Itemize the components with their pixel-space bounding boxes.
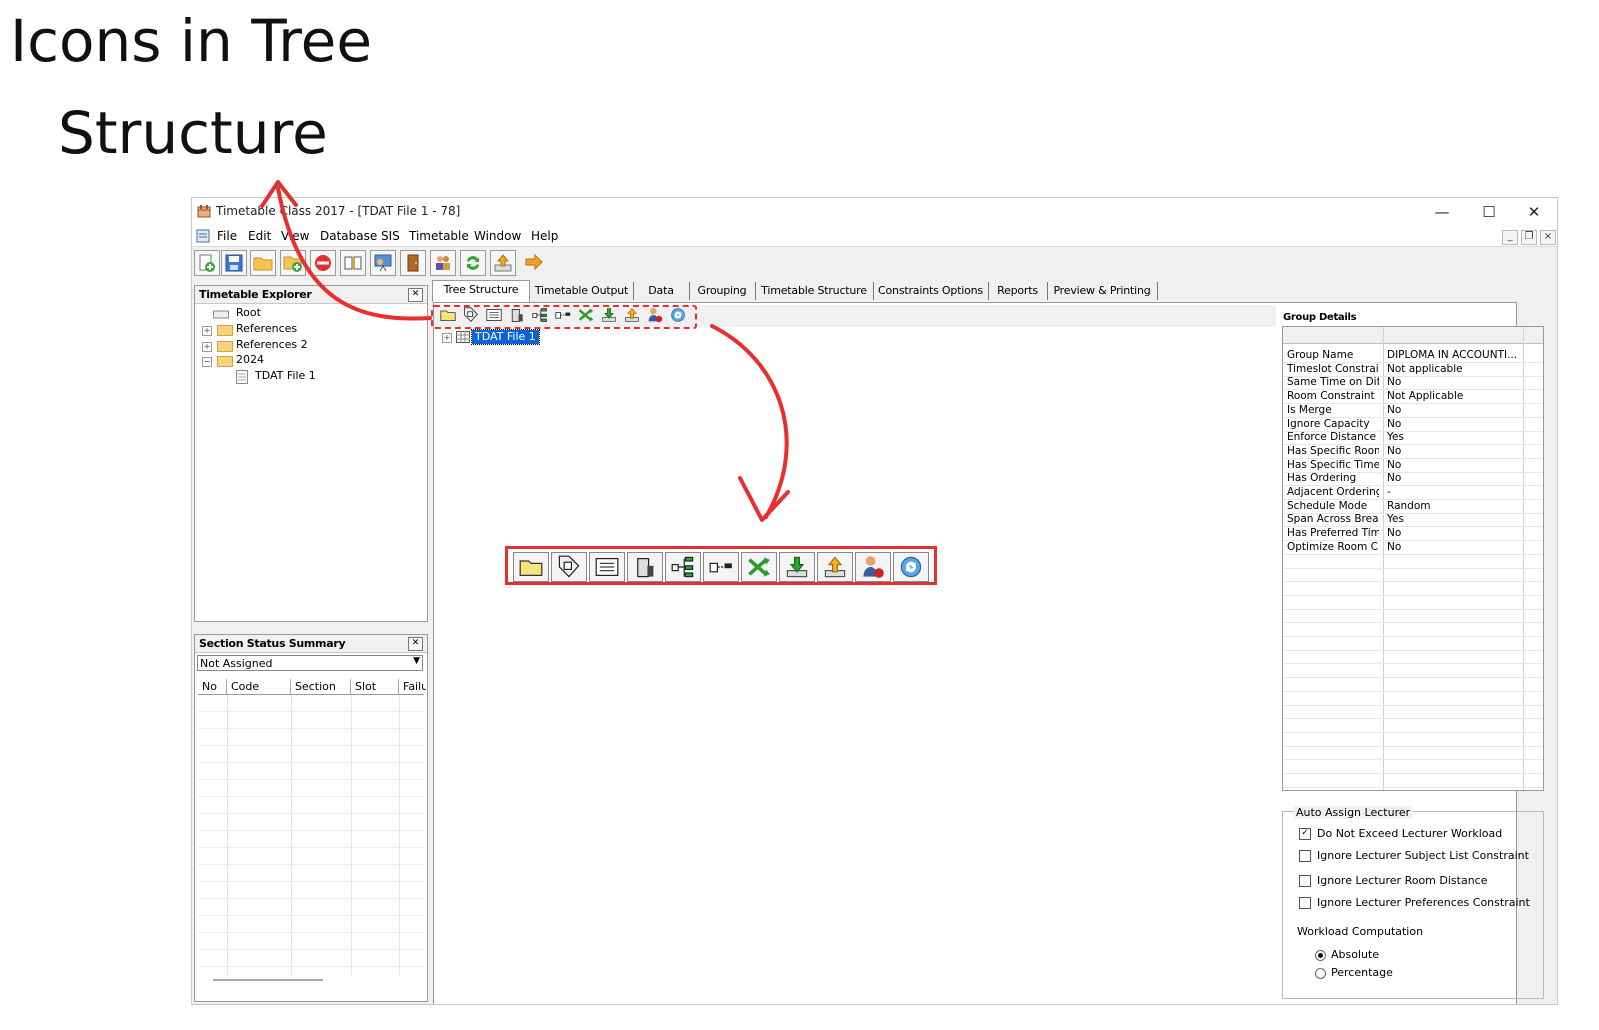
arrow-to-title [276,186,432,321]
annotation-arrows [260,180,790,522]
arrow-to-enlarged-icons [710,324,789,519]
